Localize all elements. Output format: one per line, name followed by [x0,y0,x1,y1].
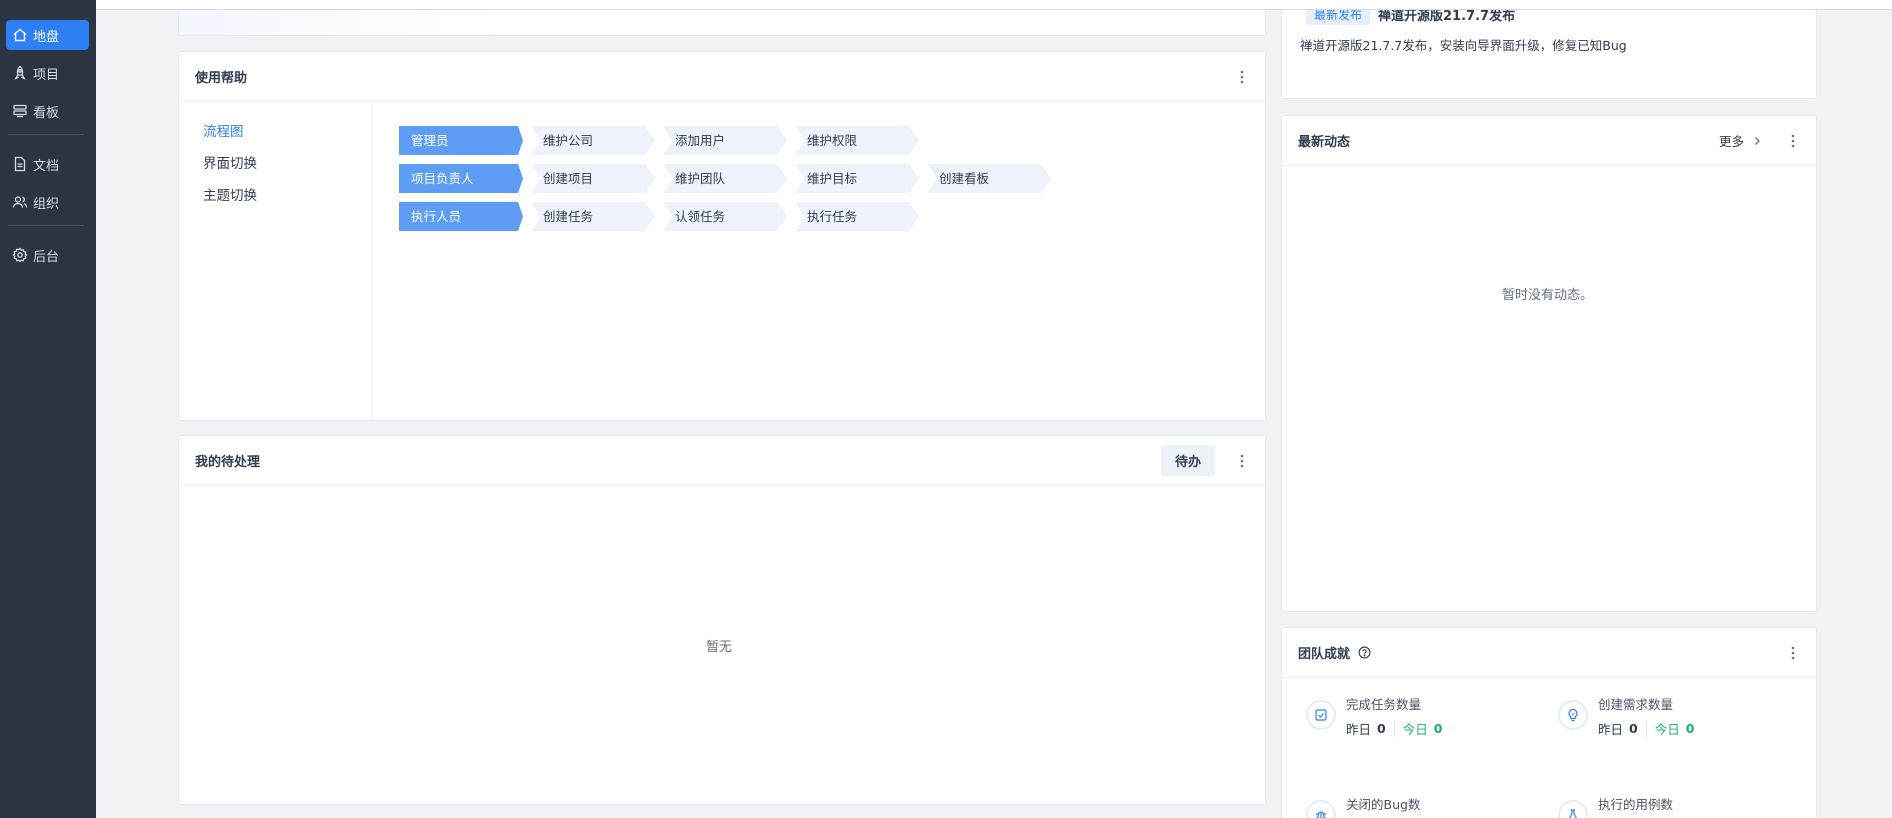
divider [1393,720,1395,737]
stat-created-stories: 创建需求数量 昨日 0 今日 0 [1558,694,1694,738]
rocket-icon [12,65,28,81]
stat-closed-bugs: 关闭的Bug数 [1306,794,1420,818]
more-options-icon[interactable] [1786,644,1800,662]
release-card: 最新发布 禅道开源版21.7.7发布 禅道开源版21.7.7发布，安装向导界面升… [1281,0,1817,99]
todo-card-header: 我的待处理 待办 [179,436,1265,486]
activity-card-header: 最新动态 更多 [1282,116,1816,166]
chevron-right-icon [1755,136,1760,145]
flow-step[interactable]: 维护团队 [663,164,787,193]
todo-card-title: 我的待处理 [195,455,261,470]
bug-icon [1306,800,1336,818]
users-icon [12,194,28,210]
stat-values: 昨日 0 今日 0 [1346,719,1442,738]
activity-empty-text: 暂时没有动态。 [1502,288,1594,303]
sidebar-item-project[interactable]: 项目 [6,58,89,88]
flowchart: 管理员 维护公司 添加用户 维护权限 项目负责人 创建项目 维护团队 维护目标 … [399,126,1059,240]
team-card-header: 团队成就 [1282,628,1816,678]
flow-step[interactable]: 添加用户 [663,126,787,155]
todo-filter-button[interactable]: 待办 [1160,445,1215,476]
flow-step[interactable]: 维护公司 [531,126,655,155]
testcase-icon [1558,800,1588,818]
today-label: 今日 [1402,722,1428,737]
flow-step[interactable]: 维护权限 [795,126,919,155]
today-value: 0 [1433,721,1443,736]
help-tabs: 流程图 界面切换 主题切换 [179,102,373,420]
sidebar-item-label: 后台 [33,249,60,265]
sidebar-divider [8,134,84,135]
sidebar-item-org[interactable]: 组织 [6,187,89,217]
flow-role[interactable]: 项目负责人 [399,164,523,193]
todo-card: 我的待处理 待办 暂无 [178,435,1266,805]
tab-theme-switch[interactable]: 主题切换 [203,188,372,220]
flow-row-project-owner: 项目负责人 创建项目 维护团队 维护目标 创建看板 [399,164,1059,193]
yesterday-label: 昨日 [1598,722,1624,737]
tab-ui-switch[interactable]: 界面切换 [203,156,372,188]
more-options-icon[interactable] [1235,452,1249,470]
release-description: 禅道开源版21.7.7发布，安装向导界面升级，修复已知Bug [1300,38,1627,53]
sidebar-item-label: 地盘 [33,29,60,45]
checkbox-icon [1306,700,1336,730]
yesterday-value: 0 [1377,721,1386,736]
sidebar-item-doc[interactable]: 文档 [6,149,89,179]
yesterday-value: 0 [1629,721,1638,736]
today-label: 今日 [1654,722,1680,737]
more-options-icon[interactable] [1786,132,1800,150]
yesterday-label: 昨日 [1346,722,1372,737]
tab-flowchart[interactable]: 流程图 [203,124,372,156]
activity-card-title: 最新动态 [1298,135,1351,150]
document-icon [12,156,28,172]
team-card: 团队成就 完成任务数量 昨日 0 今日 0 创建需求数量 昨日 0 今日 0 关… [1281,627,1817,818]
lightbulb-icon [1558,700,1588,730]
stat-title: 执行的用例数 [1598,797,1674,812]
stat-values: 昨日 0 今日 0 [1598,719,1694,738]
help-card: 使用帮助 流程图 界面切换 主题切换 管理员 维护公司 添加用户 维护权限 项目… [178,51,1266,421]
stat-title: 创建需求数量 [1598,697,1674,712]
flow-role[interactable]: 执行人员 [399,202,523,231]
stat-title: 关闭的Bug数 [1346,797,1421,812]
sidebar-divider [8,225,84,226]
sidebar-item-label: 组织 [33,196,60,212]
team-card-title: 团队成就 [1298,647,1351,662]
flow-step[interactable]: 创建看板 [927,164,1051,193]
browser-top-strip [0,0,1892,10]
todo-empty-text: 暂无 [706,640,733,655]
activity-more-link[interactable]: 更多 [1719,131,1762,150]
help-circle-icon[interactable] [1358,646,1371,659]
sidebar-item-kanban[interactable]: 看板 [6,96,89,126]
help-card-header: 使用帮助 [179,52,1265,102]
gear-icon [12,247,28,263]
flow-step[interactable]: 创建任务 [531,202,655,231]
flow-step[interactable]: 创建项目 [531,164,655,193]
sidebar-item-label: 文档 [33,158,60,174]
stat-finished-tasks: 完成任务数量 昨日 0 今日 0 [1306,694,1442,738]
flow-role[interactable]: 管理员 [399,126,523,155]
flow-row-executor: 执行人员 创建任务 认领任务 执行任务 [399,202,1059,231]
more-link-label: 更多 [1718,134,1744,149]
sidebar-item-admin[interactable]: 后台 [6,240,89,270]
flow-step[interactable]: 认领任务 [663,202,787,231]
kanban-icon [12,103,28,119]
help-card-title: 使用帮助 [195,71,248,86]
activity-card: 最新动态 更多 暂时没有动态。 [1281,115,1817,612]
sidebar-item-label: 项目 [33,67,60,83]
flow-step[interactable]: 维护目标 [795,164,919,193]
home-icon [12,27,28,43]
more-options-icon[interactable] [1235,68,1249,86]
flow-step[interactable]: 执行任务 [795,202,919,231]
stat-title: 完成任务数量 [1346,697,1422,712]
today-value: 0 [1685,721,1695,736]
main-content: 使用帮助 流程图 界面切换 主题切换 管理员 维护公司 添加用户 维护权限 项目… [96,0,1892,818]
divider [1645,720,1647,737]
flow-row-admin: 管理员 维护公司 添加用户 维护权限 [399,126,1059,155]
stat-executed-cases: 执行的用例数 [1558,794,1673,818]
sidebar: 地盘 项目 看板 文档 组织 后台 [0,0,96,818]
sidebar-item-dashboard[interactable]: 地盘 [6,20,89,50]
sidebar-item-label: 看板 [33,105,60,121]
